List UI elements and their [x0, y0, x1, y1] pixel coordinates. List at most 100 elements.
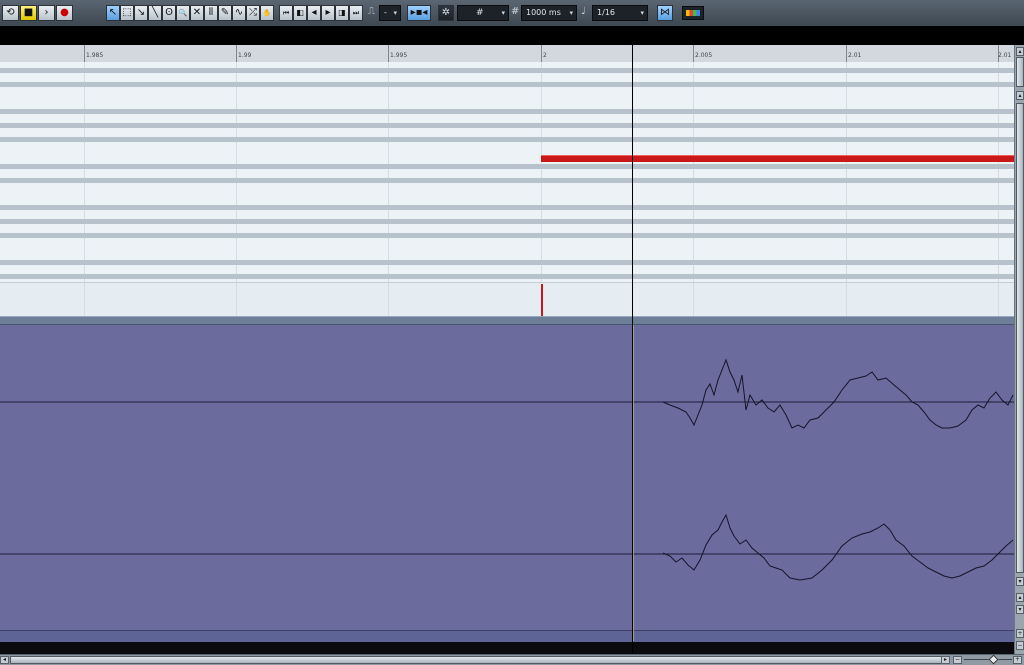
zoom-out-icon[interactable]: − [1016, 641, 1024, 650]
go-end-button[interactable]: ⏭ [349, 5, 363, 21]
go-start-button[interactable]: ⏮ [279, 5, 293, 21]
vertical-scroll-thumb[interactable] [1016, 103, 1024, 573]
black-key-row [0, 233, 1014, 238]
horizontal-scroll-thumb[interactable] [10, 656, 945, 664]
scroll-left-icon[interactable]: ◂ [0, 656, 9, 664]
ruler-label: 1.985 [86, 52, 104, 59]
iq-button[interactable]: ⋈ [657, 5, 673, 21]
cycle-button[interactable]: ⟲ [2, 5, 19, 21]
grid-line [693, 283, 694, 317]
mute-tool[interactable]: ⤮ [246, 5, 260, 21]
range-tool[interactable]: ⬚ [120, 5, 134, 21]
audio-track[interactable] [0, 325, 1014, 641]
black-key-row [0, 205, 1014, 210]
autoscroll-value: - [384, 8, 387, 17]
cursor-shadow [633, 325, 634, 641]
lane-splitter[interactable] [0, 316, 1014, 325]
color-swatch-icon [686, 10, 700, 16]
black-key-row [0, 164, 1014, 169]
waveform-channel-1 [662, 358, 1014, 429]
vertical-scroll-thumb[interactable] [1016, 57, 1024, 87]
chevron-down-icon: ▾ [393, 9, 397, 17]
quantize-dropdown[interactable]: 1/16 ▾ [592, 5, 648, 21]
trim-tool[interactable]: ↘ [134, 5, 148, 21]
note-editor[interactable] [0, 62, 1014, 282]
line-tool[interactable]: ∿ [232, 5, 246, 21]
record-button[interactable]: ● [56, 5, 73, 21]
black-key-row [0, 109, 1014, 114]
scroll-up-icon[interactable]: ▴ [1016, 593, 1024, 602]
pencil-tool[interactable]: ✎ [218, 5, 232, 21]
cycle-icon: ⟲ [6, 7, 15, 18]
go-right-button[interactable]: ◨ [335, 5, 349, 21]
black-key-row [0, 274, 1014, 279]
vertical-scrollbar[interactable]: ▴ ▴ ▾ ▴ ▾ + − [1014, 45, 1024, 654]
go-start-icon: ⏮ [282, 8, 290, 17]
toolbar: ⟲ ■ › ● ↖ ⬚ ↘ ╲ ʘ 🔍 ✕ ⫴ ✎ ∿ ⤮ ✋ ⏮ ◧ ◂ ▸ … [0, 0, 1024, 27]
quantize-icon: ♩ [581, 6, 586, 17]
arrow-tool[interactable]: ↖ [106, 5, 120, 21]
go-end-icon: ⏭ [352, 8, 360, 17]
waveform-channel-2 [662, 513, 1014, 581]
split-tool[interactable]: ⫴ [204, 5, 218, 21]
glue-tool[interactable]: ʘ [162, 5, 176, 21]
info-line [0, 26, 1024, 45]
velocity-bar[interactable] [541, 284, 543, 317]
grid-dropdown[interactable]: 1000 ms ▾ [521, 5, 577, 21]
ruler-tick [236, 45, 237, 62]
midi-note[interactable] [541, 155, 1014, 162]
zoom-in-icon[interactable]: + [1013, 656, 1022, 664]
go-left-button[interactable]: ◧ [293, 5, 307, 21]
snap-to-zero-button[interactable]: ✲ [438, 5, 454, 21]
ruler-tick [846, 45, 847, 62]
next-button[interactable]: ▸ [321, 5, 335, 21]
scroll-right-icon[interactable]: ▸ [941, 656, 950, 664]
snap-zero-icon: ✲ [441, 7, 451, 18]
grid-line [236, 283, 237, 317]
hand-tool-icon: ✋ [262, 8, 272, 17]
mute-tool-icon: ⤮ [249, 7, 257, 18]
chevron-down-icon: ▾ [501, 9, 505, 17]
grid-line [846, 283, 847, 317]
play-icon: › [44, 7, 49, 18]
grid-line [388, 62, 389, 282]
zoom-tool[interactable]: 🔍 [176, 5, 190, 21]
erase-tool-icon: ✕ [192, 7, 202, 18]
scroll-down-icon[interactable]: ▾ [1016, 577, 1024, 586]
time-ruler[interactable]: 1.985 1.99 1.995 2 2.005 2.01 2.01 [0, 45, 1014, 63]
grid-line [846, 62, 847, 282]
grid-line [693, 62, 694, 282]
hand-tool[interactable]: ✋ [260, 5, 274, 21]
zoom-out-icon[interactable]: − [953, 656, 962, 664]
ruler-tick [84, 45, 85, 62]
ruler-tick [388, 45, 389, 62]
grid-type-icon: # [511, 6, 520, 17]
go-right-icon: ◨ [338, 8, 346, 17]
scroll-up-icon[interactable]: ▴ [1016, 91, 1024, 100]
grid-icon: # [476, 8, 484, 18]
zoom-slider-knob[interactable] [988, 654, 999, 665]
project-cursor[interactable] [632, 45, 633, 654]
trim-tool-icon: ↘ [136, 7, 146, 18]
pencil-tool-icon: ✎ [220, 7, 230, 18]
stop-button[interactable]: ■ [20, 5, 37, 21]
autoscroll-dropdown[interactable]: - ▾ [379, 5, 401, 21]
snap-button[interactable]: ▸▪◂ [407, 5, 431, 21]
erase-tool[interactable]: ✕ [190, 5, 204, 21]
iq-icon: ⋈ [660, 7, 670, 18]
snap-type-dropdown[interactable]: # ▾ [457, 5, 509, 21]
grid-line [998, 283, 999, 317]
horizontal-scrollbar[interactable]: ◂ ▸ − + [0, 654, 1024, 665]
transport-group: ⟲ ■ › ● [2, 5, 73, 21]
play-button[interactable]: › [38, 5, 55, 21]
colors-button[interactable] [682, 6, 704, 20]
draw-line-tool[interactable]: ╲ [148, 5, 162, 21]
scroll-up-icon[interactable]: ▴ [1016, 47, 1024, 56]
zoom-in-icon[interactable]: + [1016, 629, 1024, 638]
black-key-row [0, 260, 1014, 265]
locator-group: ⏮ ◧ ◂ ▸ ◨ ⏭ [279, 5, 363, 21]
prev-button[interactable]: ◂ [307, 5, 321, 21]
ruler-label: 2 [543, 52, 547, 59]
velocity-lane[interactable] [0, 282, 1014, 317]
scroll-down-icon[interactable]: ▾ [1016, 605, 1024, 614]
